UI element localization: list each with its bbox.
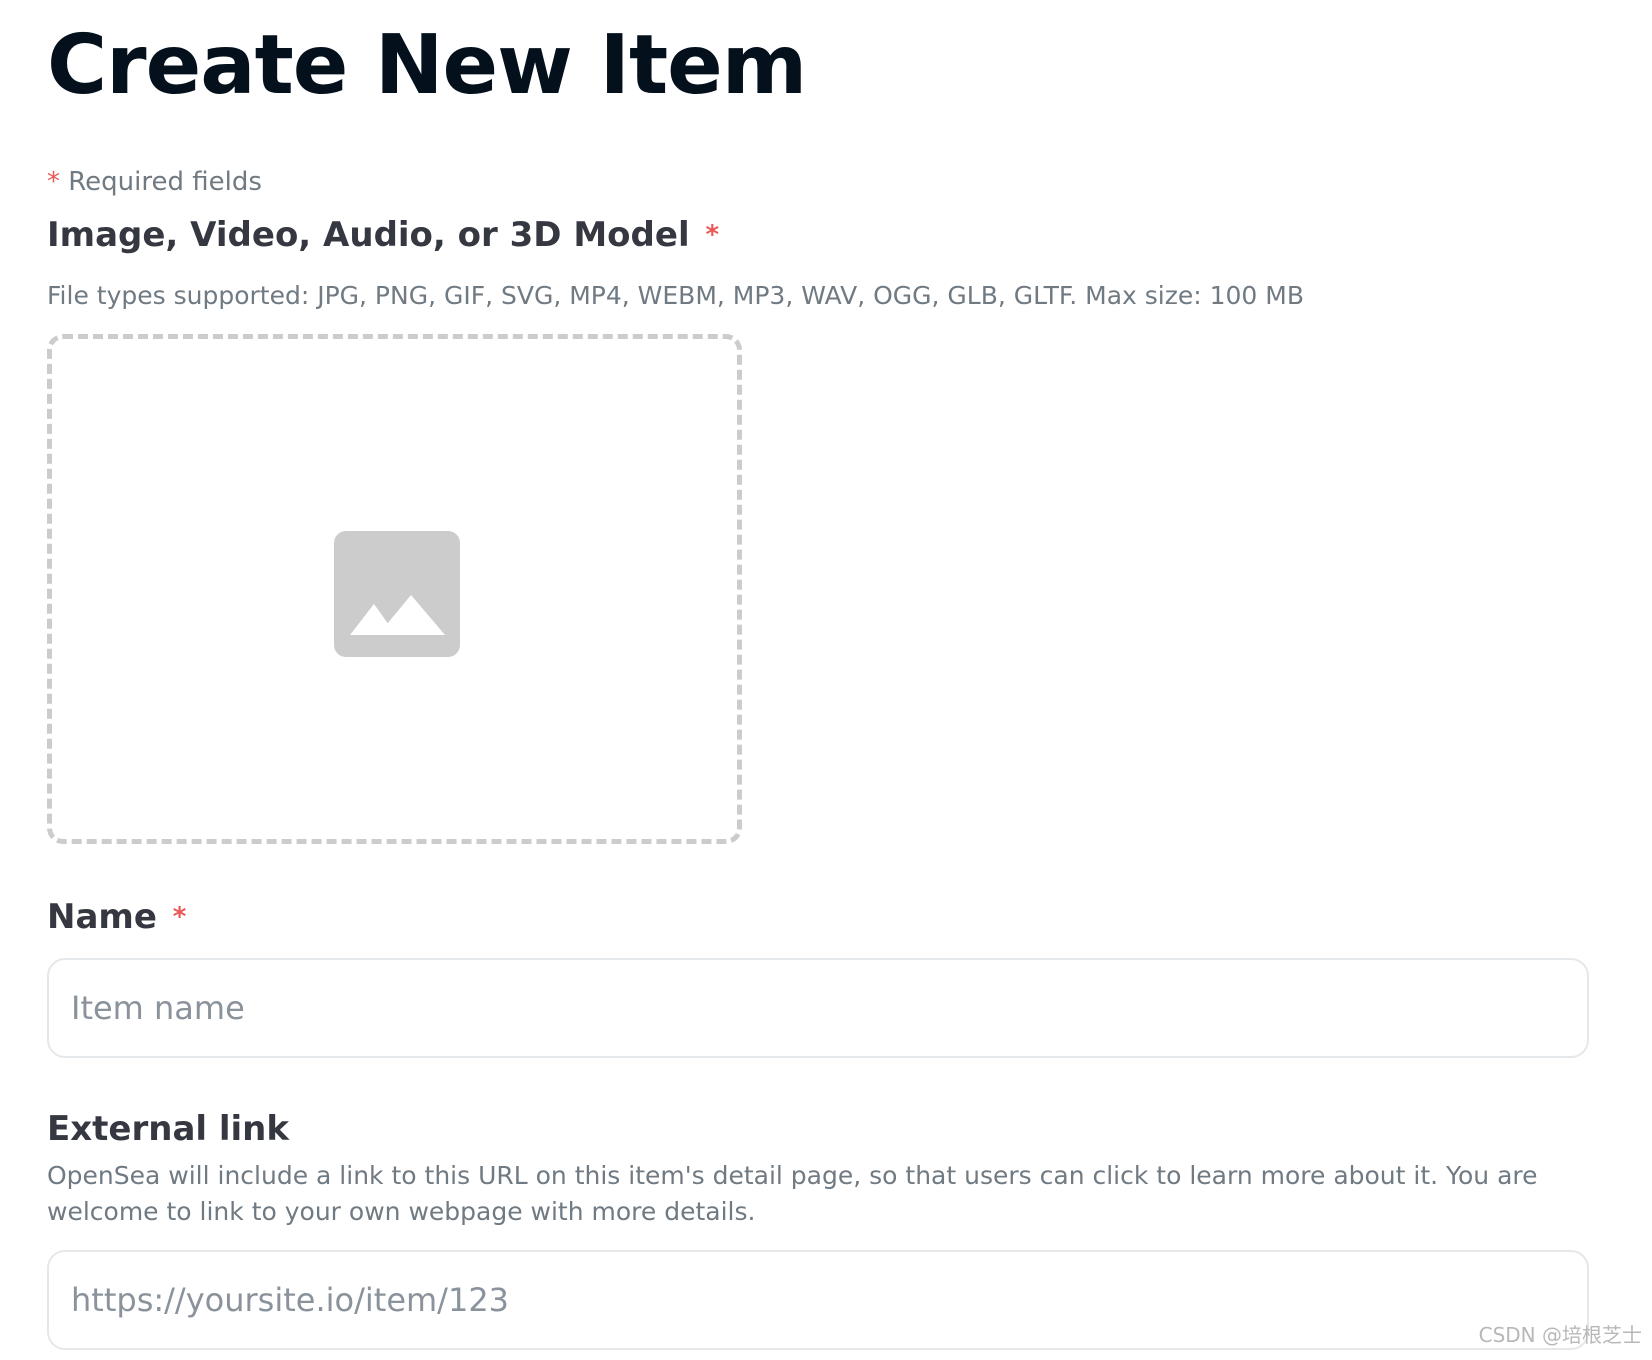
- media-label: Image, Video, Audio, or 3D Model *: [47, 214, 719, 256]
- media-required-star: *: [705, 220, 720, 250]
- page-title: Create New Item: [47, 18, 807, 113]
- required-fields-text: Required fields: [68, 167, 262, 197]
- name-label: Name *: [47, 896, 186, 938]
- external-link-label: External link: [47, 1109, 290, 1149]
- item-name-input[interactable]: [47, 958, 1589, 1058]
- media-upload-dropzone[interactable]: [47, 334, 742, 844]
- image-placeholder-icon: [334, 531, 460, 657]
- required-fields-note: * Required fields: [47, 166, 262, 198]
- external-link-hint: OpenSea will include a link to this URL …: [47, 1161, 1538, 1226]
- external-link-input[interactable]: [47, 1250, 1589, 1350]
- required-star: *: [47, 167, 60, 197]
- name-label-text: Name: [47, 897, 157, 937]
- watermark: CSDN @培根芝士: [1478, 1323, 1642, 1347]
- media-label-text: Image, Video, Audio, or 3D Model: [47, 215, 690, 255]
- media-file-types-hint: File types supported: JPG, PNG, GIF, SVG…: [47, 281, 1304, 310]
- name-required-star: *: [172, 902, 187, 932]
